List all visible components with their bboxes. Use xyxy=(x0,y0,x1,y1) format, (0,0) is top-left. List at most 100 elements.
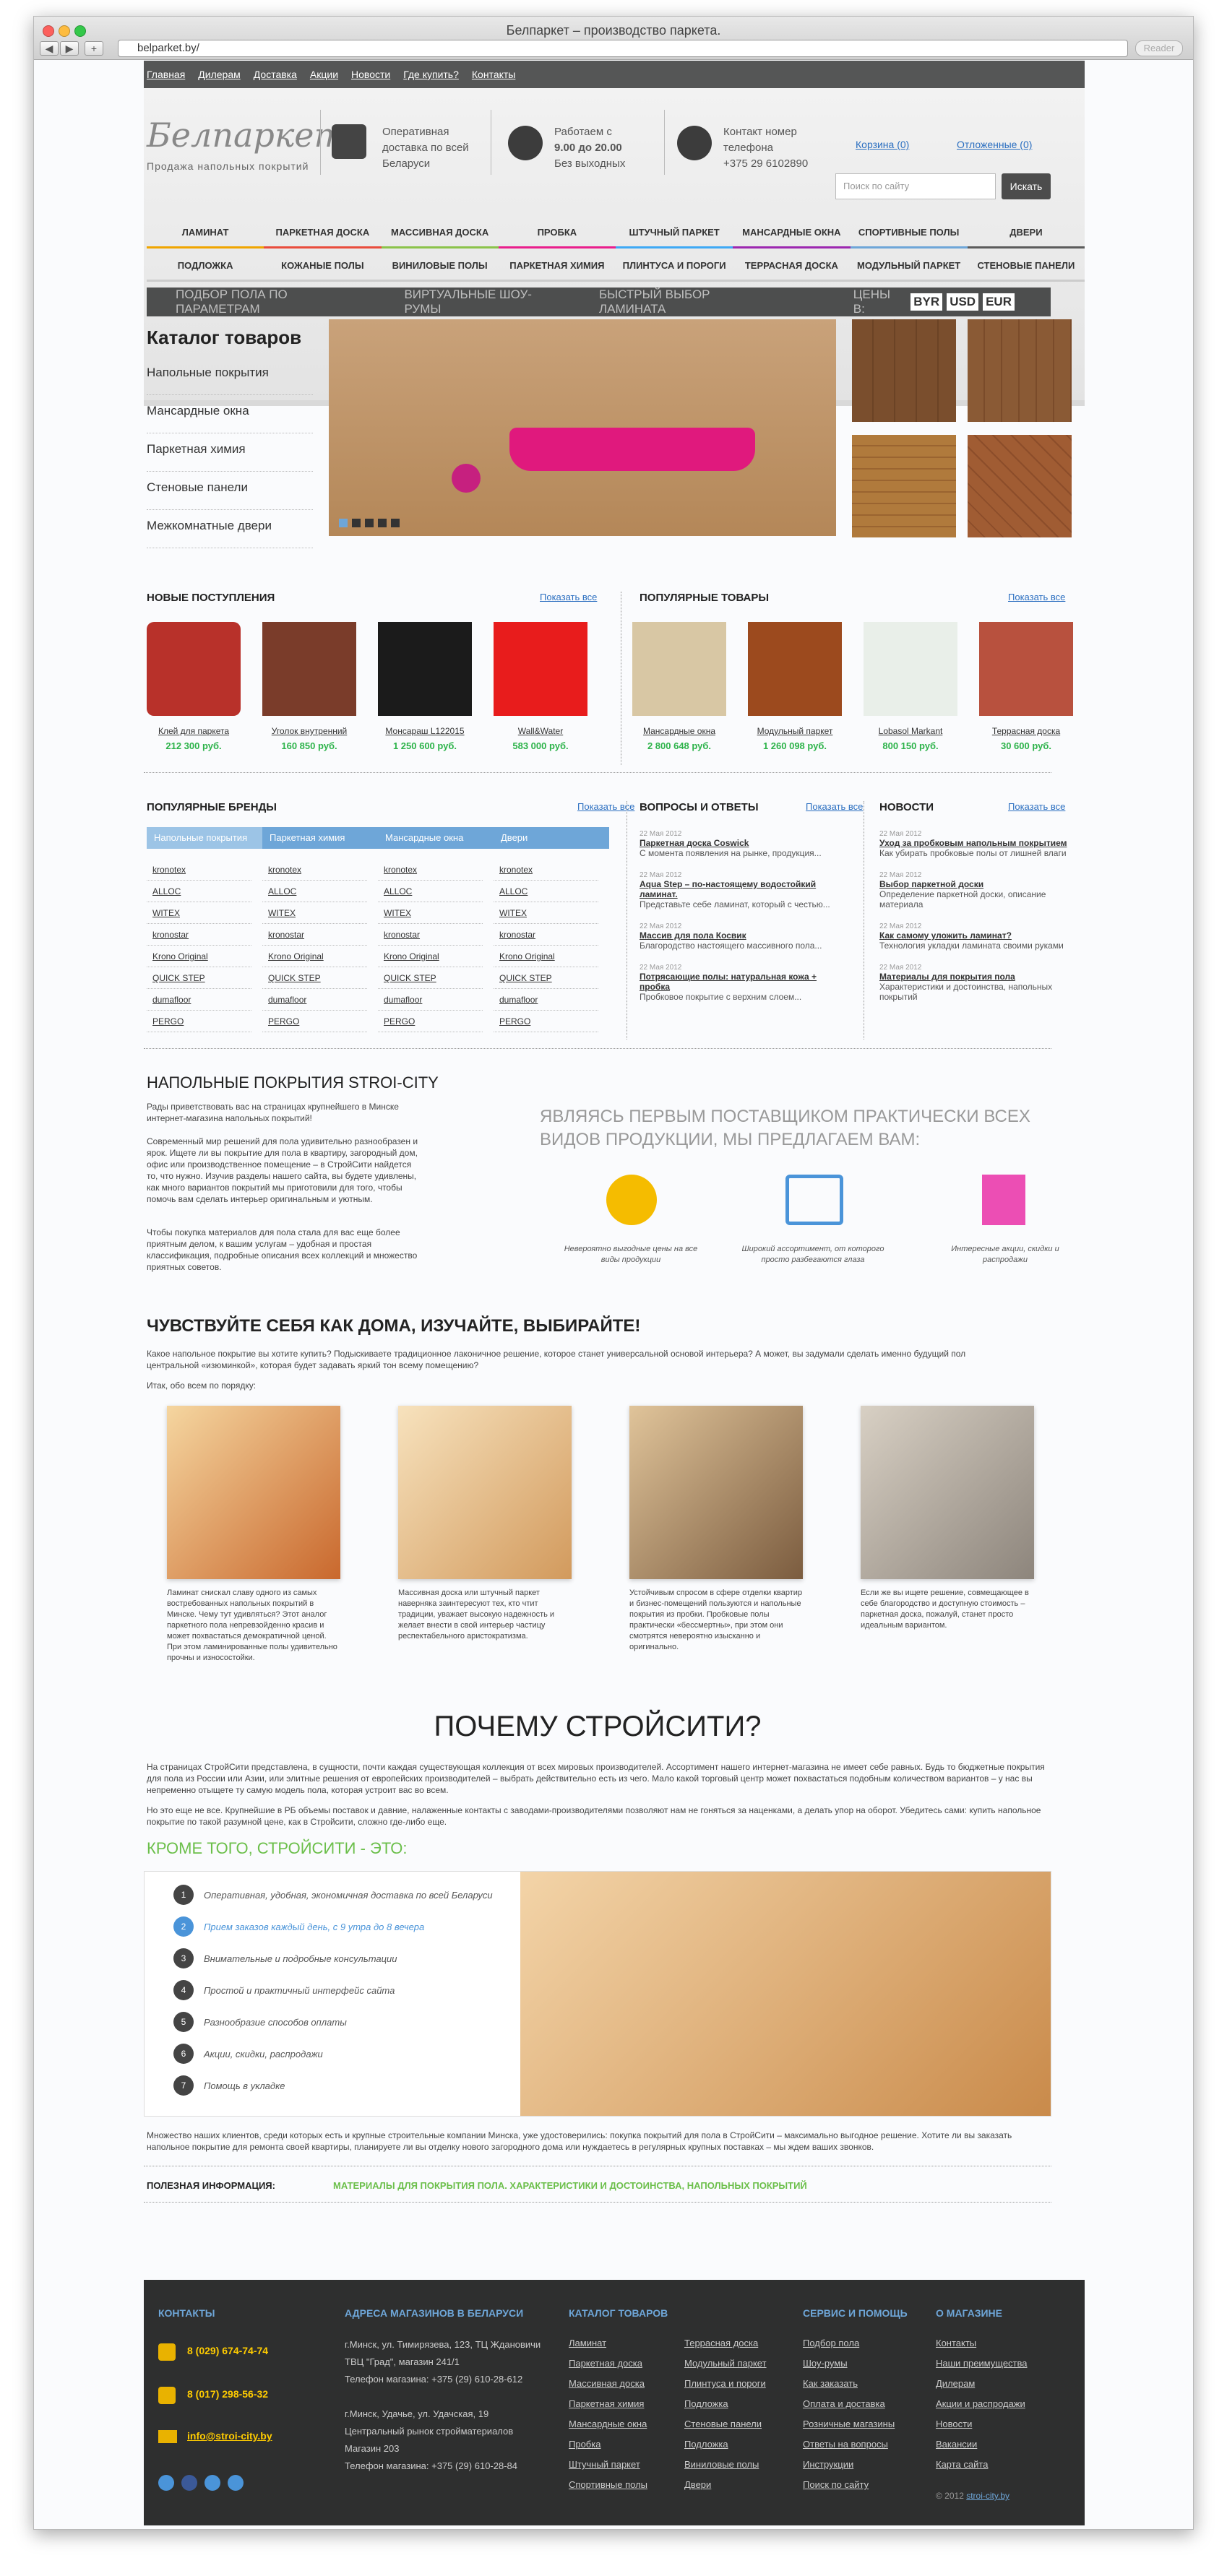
brand-link[interactable]: kronotex xyxy=(147,859,251,881)
product-card[interactable]: Клей для паркета 212 300 руб. xyxy=(147,622,241,751)
nav-promos[interactable]: Акции xyxy=(310,69,338,80)
slider-thumb[interactable] xyxy=(852,435,956,537)
footer-catalog-link[interactable]: Ламинат xyxy=(569,2338,647,2358)
catalog-item[interactable]: Мансардные окна xyxy=(147,395,313,433)
cat-massive-board[interactable]: МАССИВНАЯ ДОСКА xyxy=(381,220,499,248)
brand-link[interactable]: Krono Original xyxy=(147,946,251,967)
brand-link[interactable]: Krono Original xyxy=(378,946,483,967)
product-card[interactable]: Террасная доска 30 600 руб. xyxy=(979,622,1073,751)
brand-link[interactable]: ALLOC xyxy=(147,881,251,902)
currency-usd[interactable]: USD xyxy=(947,293,979,311)
footer-company-link[interactable]: Карта сайта xyxy=(936,2459,1028,2479)
brand-link[interactable]: dumafloor xyxy=(494,989,598,1011)
slider-thumb[interactable] xyxy=(968,435,1072,537)
catalog-item[interactable]: Межкомнатные двери xyxy=(147,510,313,548)
cart-link[interactable]: Корзина (0) xyxy=(856,139,909,150)
cat-wall-panels[interactable]: СТЕНОВЫЕ ПАНЕЛИ xyxy=(967,253,1085,282)
social-icon[interactable] xyxy=(204,2475,220,2491)
social-icon[interactable] xyxy=(228,2475,244,2491)
footer-phone-2[interactable]: 8 (017) 298-56-32 xyxy=(187,2388,268,2400)
footer-catalog-link[interactable]: Паркетная химия xyxy=(569,2398,647,2419)
brand-link[interactable]: ALLOC xyxy=(378,881,483,902)
brand-link[interactable]: kronotex xyxy=(494,859,598,881)
currency-byr[interactable]: BYR xyxy=(910,293,943,311)
brand-link[interactable]: WITEX xyxy=(378,902,483,924)
cat-doors[interactable]: ДВЕРИ xyxy=(967,220,1085,248)
hero-slider[interactable] xyxy=(329,319,836,536)
back-button[interactable]: ◀ xyxy=(40,41,59,56)
footer-company-link[interactable]: Вакансии xyxy=(936,2439,1028,2459)
cat-piece-parquet[interactable]: ШТУЧНЫЙ ПАРКЕТ xyxy=(616,220,733,248)
footer-email[interactable]: info@stroi-city.by xyxy=(187,2430,272,2442)
brand-link[interactable]: kronostar xyxy=(378,924,483,946)
news-link[interactable]: Как самому уложить ламинат? xyxy=(879,930,1075,941)
news-link[interactable]: Уход за пробковым напольным покрытием xyxy=(879,838,1075,848)
footer-service-link[interactable]: Шоу-румы xyxy=(803,2358,895,2378)
site-logo[interactable]: Белпаркет xyxy=(147,116,345,155)
footer-catalog-link[interactable]: Плинтуса и пороги xyxy=(684,2378,767,2398)
nav-contacts[interactable]: Контакты xyxy=(472,69,515,80)
add-tab-button[interactable]: + xyxy=(85,41,103,56)
cat-leather-floors[interactable]: КОЖАНЫЕ ПОЛЫ xyxy=(264,253,382,282)
cat-underlay[interactable]: ПОДЛОЖКА xyxy=(147,253,264,282)
brand-link[interactable]: PERGO xyxy=(494,1011,598,1032)
footer-catalog-link[interactable]: Модульный паркет xyxy=(684,2358,767,2378)
social-icon[interactable] xyxy=(181,2475,197,2491)
footer-catalog-link[interactable]: Террасная доска xyxy=(684,2338,767,2358)
footer-catalog-link[interactable]: Подложка xyxy=(684,2398,767,2419)
slider-dots[interactable] xyxy=(339,519,400,527)
footer-service-link[interactable]: Инструкции xyxy=(803,2459,895,2479)
cat-roof-windows[interactable]: МАНСАРДНЫЕ ОКНА xyxy=(733,220,851,248)
news-link[interactable]: Материалы для покрытия пола xyxy=(879,972,1075,982)
brand-link[interactable]: WITEX xyxy=(494,902,598,924)
product-card[interactable]: Мансардные окна 2 800 648 руб. xyxy=(632,622,726,751)
brand-link[interactable]: dumafloor xyxy=(147,989,251,1011)
footer-company-link[interactable]: Контакты xyxy=(936,2338,1028,2358)
brand-link[interactable]: kronostar xyxy=(494,924,598,946)
qa-show-all[interactable]: Показать все xyxy=(806,801,863,812)
footer-catalog-link[interactable]: Пробка xyxy=(569,2439,647,2459)
cat-cork[interactable]: ПРОБКА xyxy=(498,220,616,248)
qa-link[interactable]: Паркетная доска Coswick xyxy=(640,838,849,848)
brand-link[interactable]: QUICK STEP xyxy=(262,967,367,989)
footer-company-link[interactable]: Дилерам xyxy=(936,2378,1028,2398)
news-show-all[interactable]: Показать все xyxy=(1008,801,1065,812)
brand-link[interactable]: kronotex xyxy=(262,859,367,881)
product-card[interactable]: Монсараш L122015 1 250 600 руб. xyxy=(378,622,472,751)
deferred-link[interactable]: Отложенные (0) xyxy=(957,139,1032,150)
brand-link[interactable]: WITEX xyxy=(147,902,251,924)
footer-catalog-link[interactable]: Массивная доска xyxy=(569,2378,647,2398)
forward-button[interactable]: ▶ xyxy=(60,41,79,56)
brand-link[interactable]: QUICK STEP xyxy=(147,967,251,989)
footer-catalog-link[interactable]: Мансардные окна xyxy=(569,2419,647,2439)
search-input[interactable]: Поиск по сайту xyxy=(835,173,996,199)
filter-params-link[interactable]: ПОДБОР ПОЛА ПО ПАРАМЕТРАМ xyxy=(176,288,368,316)
search-button[interactable]: Искать xyxy=(1002,173,1051,199)
cat-parquet-board[interactable]: ПАРКЕТНАЯ ДОСКА xyxy=(264,220,382,248)
qa-link[interactable]: Потрясающие полы: натуральная кожа + про… xyxy=(640,972,849,992)
footer-phone-1[interactable]: 8 (029) 674-74-74 xyxy=(187,2345,268,2356)
brand-link[interactable]: PERGO xyxy=(378,1011,483,1032)
catalog-item[interactable]: Паркетная химия xyxy=(147,433,313,472)
nav-news[interactable]: Новости xyxy=(351,69,390,80)
product-card[interactable]: Модульный паркет 1 260 098 руб. xyxy=(748,622,842,751)
footer-service-link[interactable]: Поиск по сайту xyxy=(803,2479,895,2499)
social-icon[interactable] xyxy=(158,2475,174,2491)
brand-link[interactable]: kronotex xyxy=(378,859,483,881)
footer-catalog-link[interactable]: Паркетная доска xyxy=(569,2358,647,2378)
brand-link[interactable]: PERGO xyxy=(262,1011,367,1032)
cat-terrace[interactable]: ТЕРРАСНАЯ ДОСКА xyxy=(733,253,851,282)
footer-service-link[interactable]: Ответы на вопросы xyxy=(803,2439,895,2459)
brand-link[interactable]: QUICK STEP xyxy=(378,967,483,989)
brand-link[interactable]: dumafloor xyxy=(378,989,483,1011)
brand-link[interactable]: ALLOC xyxy=(494,881,598,902)
footer-catalog-link[interactable]: Виниловые полы xyxy=(684,2459,767,2479)
footer-catalog-link[interactable]: Подложка xyxy=(684,2439,767,2459)
product-card[interactable]: Wall&Water 583 000 руб. xyxy=(494,622,587,751)
footer-service-link[interactable]: Розничные магазины xyxy=(803,2419,895,2439)
brand-link[interactable]: WITEX xyxy=(262,902,367,924)
new-arrivals-show-all[interactable]: Показать все xyxy=(540,592,597,602)
footer-company-link[interactable]: Новости xyxy=(936,2419,1028,2439)
slider-thumb[interactable] xyxy=(968,319,1072,422)
footer-company-link[interactable]: Наши преимущества xyxy=(936,2358,1028,2378)
